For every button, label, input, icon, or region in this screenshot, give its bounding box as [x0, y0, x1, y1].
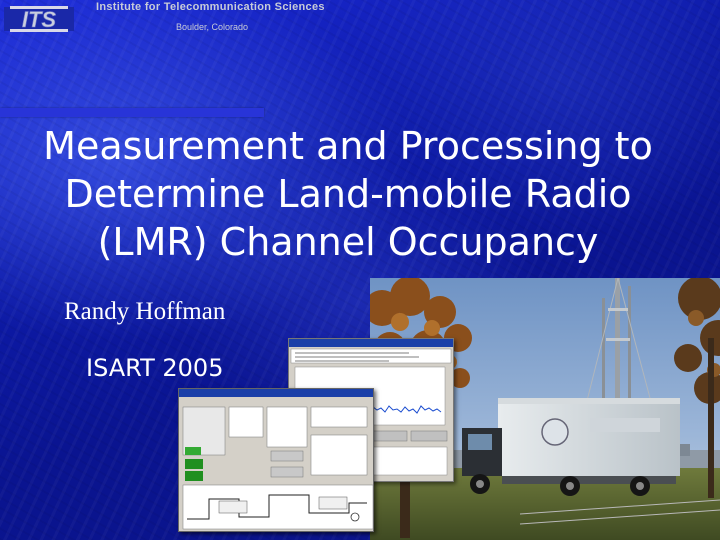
- accent-bar: [0, 108, 264, 117]
- logo-text: ITS: [22, 7, 57, 32]
- its-logo: ITS: [4, 6, 74, 32]
- title-line-1: Measurement and Processing to: [43, 124, 653, 168]
- title-line-2: Determine Land-mobile Radio: [64, 172, 632, 216]
- control-window-image: [179, 389, 374, 530]
- slide-header: ITS Institute for Telecommunication Scie…: [0, 0, 720, 40]
- slide-title: Measurement and Processing to Determine …: [18, 122, 678, 266]
- institute-name: Institute for Telecommunication Sciences: [96, 1, 325, 13]
- title-line-3: (LMR) Channel Occupancy: [97, 220, 599, 264]
- control-software-screenshot: [178, 388, 374, 532]
- author-name: Randy Hoffman: [64, 298, 226, 325]
- conference-name: ISART 2005: [86, 354, 224, 382]
- institute-location: Boulder, Colorado: [176, 22, 249, 32]
